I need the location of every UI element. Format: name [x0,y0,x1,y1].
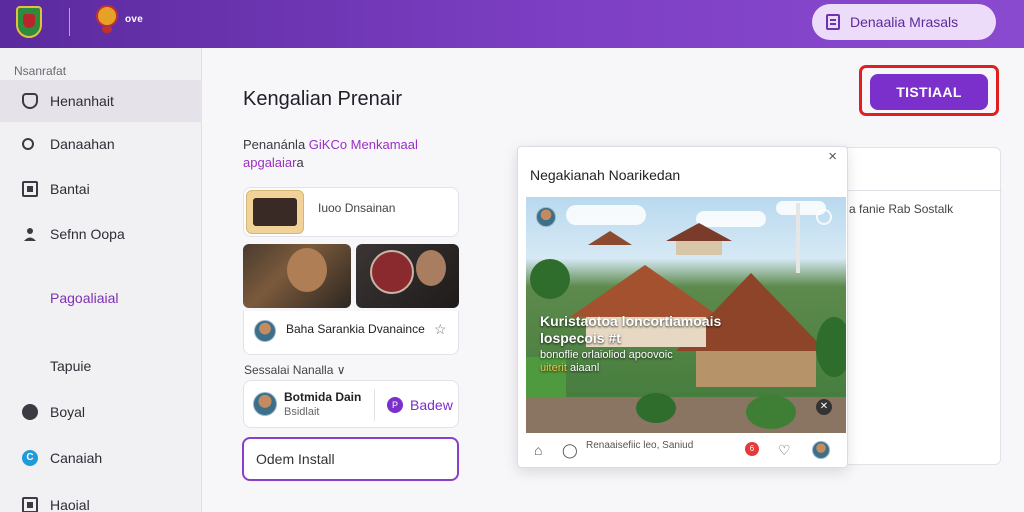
sidebar-item-canaiah[interactable]: C Canaiah [0,446,202,470]
avatar [254,320,276,342]
card-divider [374,389,375,421]
post-overlay-title: Kuristaotoa loncortiamoais lospecois #t [540,313,722,346]
topbar-divider [69,8,70,36]
avatar [536,207,556,227]
sidebar-item-label: Bantai [50,181,90,197]
intro-text: Penanánla GiKCo Menkamaal apgalaiara [243,136,443,172]
circle-icon [22,404,38,420]
badge-link[interactable]: Badew [410,397,453,413]
sidebar-item-bantai[interactable]: Bantai [0,177,202,201]
sidebar-item-label: Danaahan [50,136,115,152]
modal-title: Negakianah Noarikedan [530,167,681,183]
sidebar-item-label: Canaiah [50,450,103,466]
overlay-sub-highlight: uiterit [540,362,567,374]
c-circle-icon: C [22,450,38,466]
preview-modal: × Negakianah Noarikedan Kuristaotoa lonc… [517,146,848,468]
badge-icon: P [387,397,403,413]
box-icon [22,497,38,512]
sidebar-item-label: Boyal [50,404,86,420]
sidebar-item-label: Pagoaliaial [50,290,119,306]
section-subheading[interactable]: Sessalai Nanalla ∨ [244,363,346,377]
home-icon[interactable]: ⌂ [534,442,542,458]
install-button[interactable]: TISTIAAL [870,74,988,110]
contact-card[interactable]: Botmida Dain Bsidlait P Badew [243,380,459,428]
author-row[interactable]: Baha Sarankia Dvanaince ☆ [243,311,459,355]
overlay-sub-text: aiaanl [566,362,600,374]
page-title: Kengalian Prenair [243,88,402,110]
org-logo[interactable] [96,5,118,35]
search-icon [22,138,34,150]
post-image[interactable]: Kuristaotoa loncortiamoais lospecois #t … [526,197,846,433]
photo-person-2[interactable] [356,244,459,308]
contact-name: Botmida Dain [284,390,362,404]
heart-icon[interactable]: ♡ [778,442,791,459]
sidebar-item-pagoaliaial[interactable]: Pagoaliaial [0,286,202,310]
shield-icon [22,93,38,109]
panel-divider [821,190,1002,191]
post-caption: Renaaisefiic leo, Saniud [586,440,694,451]
sidebar: Nsanrafat Henanhait Danaahan Bantai Sefn… [0,48,202,512]
document-icon [826,14,840,30]
expand-icon[interactable]: ✕ [816,399,832,415]
photo-person-1[interactable] [243,244,351,308]
avatar[interactable] [812,441,830,459]
sidebar-item-boyal[interactable]: Boyal [0,400,202,424]
square-icon [22,181,38,197]
bookmark-icon[interactable]: ☆ [434,321,447,338]
pill-button-label: Denaalia Mrasals [850,14,959,30]
sidebar-item-label: Henanhait [50,93,114,109]
crest-logo[interactable] [16,6,42,38]
intro-suffix: a [296,155,304,170]
intro-prefix: Penanánla [243,137,309,152]
sidebar-item-henanhait[interactable]: Henanhait [0,89,202,113]
close-icon[interactable]: × [828,148,837,165]
sidebar-item-tapuie[interactable]: Tapuie [0,354,202,378]
sidebar-section-label: Nsanrafat [14,64,67,78]
sidebar-item-danaahan[interactable]: Danaahan [0,132,202,156]
contact-subtitle: Bsidlait [284,406,320,418]
panel-text: a fanie Rab Sostalk [849,202,954,216]
open-install-button[interactable]: Odem Install [242,437,459,481]
sidebar-item-haoial[interactable]: Haoial [0,493,202,512]
author-name: Baha Sarankia Dvanaince [286,322,425,336]
overlay-sub-text: bonoflie orlaioliod apoovoic [540,349,673,361]
sidebar-item-label: Haoial [50,497,90,512]
notification-badge[interactable]: 6 [745,442,759,456]
user-icon [22,226,38,242]
post-overlay-subtitle: bonoflie orlaioliod apoovoic uiterit aia… [540,349,690,375]
pill-button[interactable]: Denaalia Mrasals [812,4,996,40]
brand-text: ove [125,14,144,25]
avatar [253,392,277,416]
sidebar-item-label: Sefnn Oopa [50,226,125,242]
top-bar: ove Denaalia Mrasals [0,0,1024,48]
card-thumbnail [246,190,304,234]
sidebar-item-label: Tapuie [50,358,92,374]
comment-icon[interactable]: ◯ [562,442,578,459]
card-title: Iuoo Dnsainan [318,201,396,215]
options-icon[interactable] [816,209,832,225]
media-card[interactable]: Iuoo Dnsainan [243,187,459,237]
sidebar-item-sefnn-oopa[interactable]: Sefnn Oopa [0,222,202,246]
